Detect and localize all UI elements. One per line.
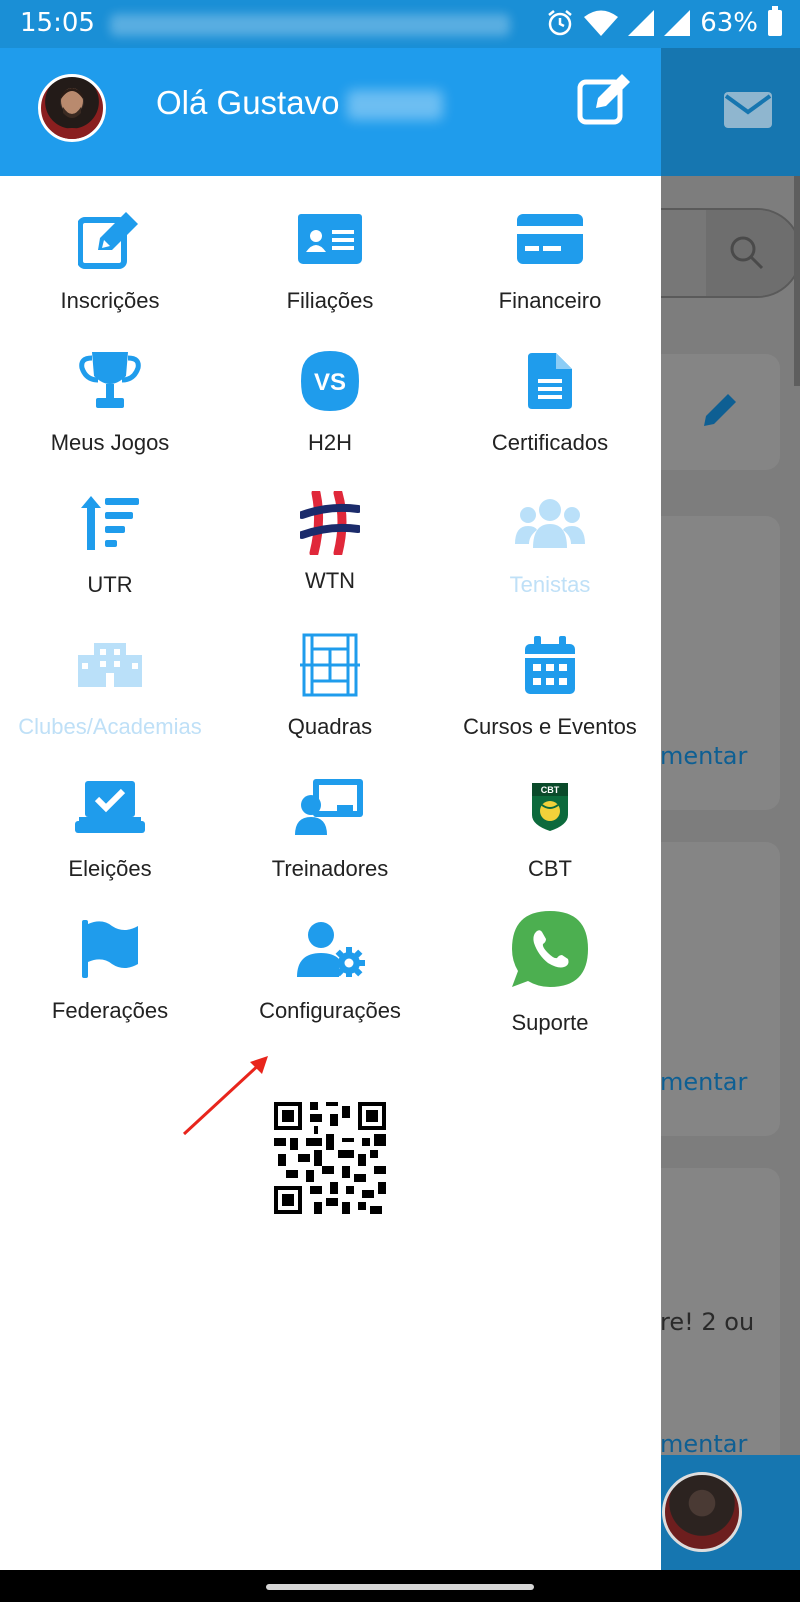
teacher-icon <box>295 779 363 835</box>
menu-item-eleicoes[interactable]: Eleições <box>0 744 220 884</box>
notification-icons-blurred <box>110 14 510 36</box>
menu-item-cursos-eventos[interactable]: Cursos e Eventos <box>440 602 660 742</box>
menu-label: Quadras <box>287 714 373 739</box>
menu-item-utr[interactable]: UTR <box>0 460 220 600</box>
menu-item-h2h[interactable]: VS H2H <box>220 318 440 458</box>
menu-label: Financeiro <box>498 288 602 313</box>
background-post-text: re! 2 ou <box>660 1308 755 1336</box>
menu-label: Eleições <box>68 856 152 881</box>
menu-label: Clubes/Academias <box>18 714 202 739</box>
background-avatar <box>662 1472 742 1552</box>
menu-item-treinadores[interactable]: Treinadores <box>220 744 440 884</box>
blurred-surname <box>347 90 444 121</box>
menu-item-financeiro[interactable]: Financeiro <box>440 176 660 316</box>
search-icon <box>730 236 764 270</box>
user-settings-icon <box>297 922 365 977</box>
user-photo-icon <box>47 88 97 139</box>
status-icons: 63% <box>546 6 782 38</box>
vs-icon: VS <box>301 351 359 411</box>
qr-code[interactable] <box>274 1102 386 1214</box>
home-gesture-handle[interactable] <box>266 1584 534 1590</box>
tennis-court-icon <box>300 633 360 697</box>
menu-label: Federações <box>51 998 169 1023</box>
background-comment-link: mentar <box>660 742 748 770</box>
menu-label: Inscrições <box>60 288 160 313</box>
menu-item-certificados[interactable]: Certificados <box>440 318 660 458</box>
menu-label: Filiações <box>286 288 374 313</box>
flag-icon <box>82 920 138 978</box>
menu-item-filiacoes[interactable]: Filiações <box>220 176 440 316</box>
background-comment-link: mentar <box>660 1068 748 1096</box>
menu-label: Tenistas <box>509 572 591 597</box>
users-icon <box>515 499 585 548</box>
battery-percentage: 63% <box>700 8 758 38</box>
cbt-badge-text: CBT <box>541 785 560 795</box>
wifi-icon <box>584 10 619 36</box>
menu-item-quadras[interactable]: Quadras <box>220 602 440 742</box>
trophy-icon <box>79 352 141 408</box>
menu-label: CBT <box>528 856 572 881</box>
background-scrollbar <box>794 176 800 386</box>
menu-item-federacoes[interactable]: Federações <box>0 886 220 1026</box>
avatar[interactable] <box>38 74 106 142</box>
menu-label: WTN <box>304 568 356 593</box>
menu-label: H2H <box>307 430 352 455</box>
pencil-icon <box>704 394 736 426</box>
wtn-logo-icon <box>300 491 360 555</box>
menu-label: Treinadores <box>271 856 389 881</box>
id-card-icon <box>298 214 362 264</box>
edit-icon <box>78 212 138 269</box>
menu-item-clubes-academias[interactable]: Clubes/Academias <box>0 602 220 742</box>
menu-item-inscricoes[interactable]: Inscrições <box>0 176 220 316</box>
status-bar: 15:05 63% <box>0 0 800 48</box>
document-icon <box>528 353 572 409</box>
greeting-text: Olá Gustavo <box>156 84 340 121</box>
mail-icon <box>724 92 772 128</box>
vs-text: VS <box>314 369 346 396</box>
building-icon <box>78 643 142 687</box>
menu-item-configuracoes[interactable]: Configurações <box>220 886 440 1026</box>
menu-label: UTR <box>87 572 133 597</box>
background-comment-link: mentar <box>660 1430 748 1458</box>
menu-label: Cursos e Eventos <box>463 714 637 739</box>
whatsapp-icon <box>512 911 588 987</box>
menu-item-tenistas[interactable]: Tenistas <box>440 460 660 600</box>
battery-icon <box>768 6 782 36</box>
navigation-drawer: Olá Gustavo Inscrições Filiações Finance… <box>0 48 661 1570</box>
status-time: 15:05 <box>20 8 95 38</box>
menu-item-cbt[interactable]: CBT CBT <box>440 744 660 884</box>
menu-item-wtn[interactable]: WTN <box>220 460 440 600</box>
menu-label: Certificados <box>491 430 609 455</box>
menu-item-suporte[interactable]: Suporte <box>440 886 660 1035</box>
menu-item-meus-jogos[interactable]: Meus Jogos <box>0 318 220 458</box>
signal-icon <box>664 10 691 36</box>
menu-label: Configurações <box>259 998 401 1023</box>
menu-label: Meus Jogos <box>50 430 170 455</box>
cbt-shield-icon: CBT <box>532 783 568 831</box>
drawer-header: Olá Gustavo <box>0 48 661 176</box>
alarm-icon <box>548 10 572 36</box>
annotation-arrow <box>182 1056 268 1136</box>
greeting: Olá Gustavo <box>156 84 444 122</box>
signal-icon <box>628 10 655 36</box>
ballot-box-icon <box>75 781 145 833</box>
menu-label: Suporte <box>511 1010 589 1035</box>
credit-card-icon <box>517 214 583 264</box>
sort-up-icon <box>81 496 139 550</box>
edit-profile-icon[interactable] <box>576 70 634 128</box>
calendar-icon <box>525 636 575 694</box>
